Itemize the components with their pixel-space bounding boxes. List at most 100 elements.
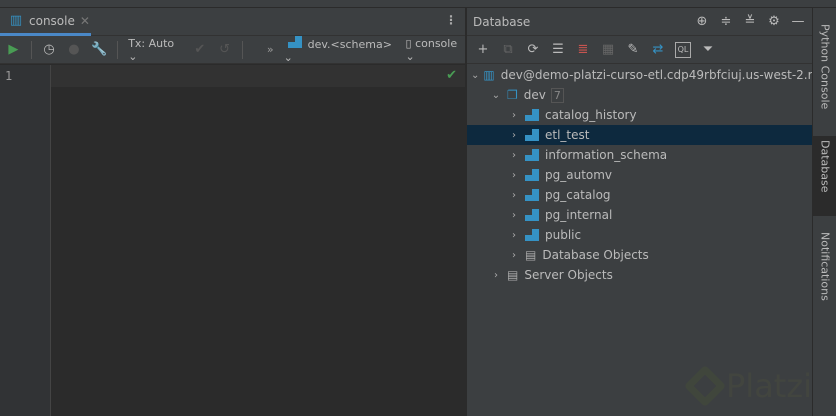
tree-schema[interactable]: › pg_automv: [467, 165, 812, 185]
tx-mode-label: Tx: Auto: [128, 36, 175, 50]
database-panel-header: Database ⊕ ≑ ≚ ⚙ —: [467, 8, 812, 36]
tree-schema[interactable]: › public: [467, 225, 812, 245]
refresh-icon[interactable]: ⟳: [525, 42, 541, 58]
side-tab-label: Database: [818, 140, 832, 193]
schema-icon: [525, 209, 539, 221]
table-icon[interactable]: ▦: [600, 42, 616, 58]
side-tab-notifications[interactable]: Notifications: [813, 228, 836, 318]
commit-icon[interactable]: ✔: [192, 42, 207, 58]
schema-icon: [525, 109, 539, 121]
tree-database-objects[interactable]: › ▤ Database Objects: [467, 245, 812, 265]
editor-toolbar: ▶ ◷ ● 🔧 Tx: Auto ⌄ ✔ ↺ » dev.<schema> ⌄ …: [0, 35, 465, 64]
line-number: 1: [5, 69, 13, 83]
expand-all-icon[interactable]: ≑: [718, 13, 734, 29]
schema-label: public: [545, 228, 582, 242]
database-label: dev: [523, 88, 546, 102]
check-icon: ✔: [446, 68, 457, 83]
gear-icon[interactable]: ⚙: [766, 13, 782, 29]
divider: [117, 40, 119, 59]
tree-schema[interactable]: › etl_test: [467, 125, 812, 145]
data-source-properties-icon[interactable]: ☰: [550, 42, 566, 58]
chevron-down-icon[interactable]: ⌄: [489, 90, 503, 101]
minimize-icon[interactable]: —: [790, 13, 806, 29]
chevron-right-icon[interactable]: ›: [507, 190, 521, 201]
close-icon[interactable]: ✕: [80, 14, 90, 28]
schema-label: pg_automv: [545, 168, 613, 182]
tree-schema[interactable]: › pg_catalog: [467, 185, 812, 205]
tree-schema[interactable]: › pg_internal: [467, 205, 812, 225]
editor-pane: ▥ console ✕ ⋮ ▶ ◷ ● 🔧 Tx: Auto ⌄ ✔ ↺ » d…: [0, 8, 465, 416]
line-gutter: 1: [0, 65, 51, 416]
sql-editor[interactable]: 1 ✔: [0, 65, 465, 416]
filter-icon[interactable]: ⏷: [700, 42, 716, 58]
query-console-icon[interactable]: QL: [675, 41, 691, 58]
chevron-right-icon[interactable]: ›: [507, 250, 521, 261]
schema-label: pg_internal: [545, 208, 613, 222]
tab-console[interactable]: ▥ console ✕: [0, 8, 91, 36]
disconnect-icon[interactable]: ≣: [575, 42, 591, 58]
tx-mode-dropdown[interactable]: Tx: Auto ⌄: [128, 37, 182, 63]
collapse-all-icon[interactable]: ≚: [742, 13, 758, 29]
chevron-right-icon[interactable]: ›: [507, 150, 521, 161]
schema-label: catalog_history: [545, 108, 637, 122]
schema-label: information_schema: [545, 148, 668, 162]
watermark-text: Platzi: [726, 367, 813, 405]
edit-icon[interactable]: ✎: [625, 42, 641, 58]
chevron-down-icon[interactable]: ⌄: [471, 70, 479, 81]
duplicate-icon[interactable]: ⧉: [500, 42, 516, 58]
add-icon[interactable]: +: [475, 42, 491, 58]
chevron-right-icon[interactable]: ›: [507, 170, 521, 181]
schema-icon: [525, 129, 539, 141]
platzi-logo-icon: [683, 364, 727, 408]
run-icon[interactable]: ▶: [6, 42, 21, 58]
tree-database[interactable]: ⌄ ❐ dev 7: [467, 85, 812, 105]
side-tab-label: Python Console: [818, 24, 832, 110]
chevron-right-icon[interactable]: ›: [507, 110, 521, 121]
chevron-right-icon[interactable]: ›: [507, 230, 521, 241]
panel-title: Database: [473, 14, 531, 29]
connection-label: dev@demo-platzi-curso-etl.cdp49rbfciuj.u…: [500, 68, 836, 82]
schema-icon: [525, 169, 539, 181]
database-panel: Database ⊕ ≑ ≚ ⚙ — + ⧉ ⟳ ☰ ≣ ▦ ✎ ⇄ QL ⏷ …: [466, 8, 836, 416]
tree-server-objects[interactable]: › ▤ Server Objects: [467, 265, 812, 285]
schema-selector[interactable]: dev.<schema> ⌄: [284, 35, 396, 64]
side-tab-python-console[interactable]: Python Console: [813, 20, 836, 124]
rollback-icon[interactable]: ↺: [217, 42, 232, 58]
tree-schema[interactable]: › information_schema: [467, 145, 812, 165]
locate-icon[interactable]: ⊕: [694, 13, 710, 29]
divider: [242, 40, 243, 59]
more-options-icon[interactable]: ⋮: [445, 13, 457, 27]
tree-connection[interactable]: ⌄ ▥ dev@demo-platzi-curso-etl.cdp49rbfciuj…: [467, 65, 836, 85]
tree-schema[interactable]: › catalog_history: [467, 105, 812, 125]
right-tool-strip: Python Console Database Notifications: [812, 8, 836, 416]
chevron-right-icon[interactable]: ›: [507, 210, 521, 221]
jump-to-console-icon[interactable]: ⇄: [650, 42, 666, 58]
platzi-watermark: Platzi: [683, 364, 813, 408]
schema-selector-label: dev.<schema>: [307, 37, 392, 51]
database-tree: ⌄ ▥ dev@demo-platzi-curso-etl.cdp49rbfciuj…: [467, 64, 836, 285]
folder-icon: ▤: [507, 268, 519, 282]
chevron-right-icon[interactable]: ›: [507, 130, 521, 141]
database-objects-label: Database Objects: [542, 248, 649, 262]
tab-label: console: [29, 13, 75, 28]
schema-icon: [525, 189, 539, 201]
session-icon: ▯: [405, 36, 412, 50]
divider: [30, 40, 32, 59]
database-icon: ❐: [507, 88, 518, 102]
side-tab-database[interactable]: Database: [813, 136, 836, 216]
editor-tab-bar: ▥ console ✕ ⋮: [0, 8, 465, 36]
session-selector[interactable]: ▯ console ⌄: [406, 37, 465, 63]
stop-icon[interactable]: ●: [66, 42, 81, 58]
title-strip: [0, 0, 836, 8]
session-selector-label: console: [415, 36, 458, 50]
history-icon[interactable]: ◷: [42, 42, 57, 58]
settings-wrench-icon[interactable]: 🔧: [91, 42, 107, 58]
more-toolbar-button[interactable]: »: [267, 43, 274, 56]
schema-icon: [525, 149, 539, 161]
chevron-right-icon[interactable]: ›: [489, 270, 503, 281]
redshift-icon: ▥: [483, 68, 495, 82]
schema-label: pg_catalog: [545, 188, 611, 202]
current-line: [51, 65, 465, 87]
side-tab-label: Notifications: [818, 232, 832, 301]
schema-label: etl_test: [545, 128, 590, 142]
